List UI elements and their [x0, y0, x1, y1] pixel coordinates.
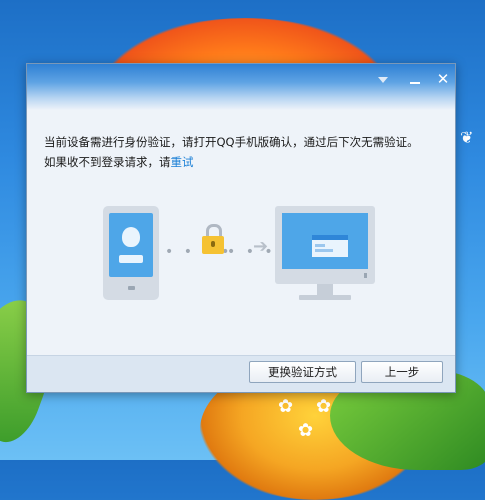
wallpaper-sparkle: ✿	[298, 420, 314, 441]
change-method-button[interactable]: 更换验证方式	[249, 361, 356, 383]
computer-monitor-icon	[275, 206, 375, 284]
triangle-down-icon[interactable]	[372, 70, 394, 88]
title-bar: ✕	[27, 64, 455, 110]
monitor-window-icon	[312, 235, 348, 257]
phone-confirm-bar	[119, 255, 143, 263]
phone-home-button	[128, 286, 135, 290]
close-icon[interactable]: ✕	[432, 70, 454, 88]
monitor-base	[299, 295, 351, 300]
arrow-right-icon: ➔	[253, 236, 269, 257]
verification-dialog: ✕ 当前设备需进行身份验证，请打开QQ手机版确认，通过后下次无需验证。 如果收不…	[26, 63, 456, 393]
window-title-bar	[312, 235, 348, 240]
back-button[interactable]: 上一步	[361, 361, 443, 383]
window-line	[315, 244, 325, 247]
message-line-2: 如果收不到登录请求，请重试	[44, 152, 444, 172]
wallpaper-sparkle: ✿	[316, 396, 332, 417]
butterfly-icon: ❦	[460, 128, 474, 147]
wallpaper-sparkle: ✿	[278, 396, 294, 417]
qq-phone-icon	[103, 206, 159, 300]
message-line-1: 当前设备需进行身份验证，请打开QQ手机版确认，通过后下次无需验证。	[44, 135, 419, 149]
phone-screen	[109, 213, 153, 277]
dialog-footer: 更换验证方式 上一步	[27, 355, 455, 392]
qq-penguin-icon	[122, 227, 140, 247]
retry-link[interactable]: 重试	[171, 155, 194, 169]
verification-message: 当前设备需进行身份验证，请打开QQ手机版确认，通过后下次无需验证。 如果收不到登…	[44, 132, 444, 172]
lock-keyhole	[211, 241, 215, 247]
minimize-icon[interactable]	[404, 70, 426, 88]
message-line-2-text: 如果收不到登录请求，请	[44, 155, 171, 169]
window-line	[315, 249, 333, 252]
monitor-screen	[282, 213, 368, 269]
monitor-power-light	[364, 273, 367, 278]
lock-icon	[202, 224, 224, 256]
